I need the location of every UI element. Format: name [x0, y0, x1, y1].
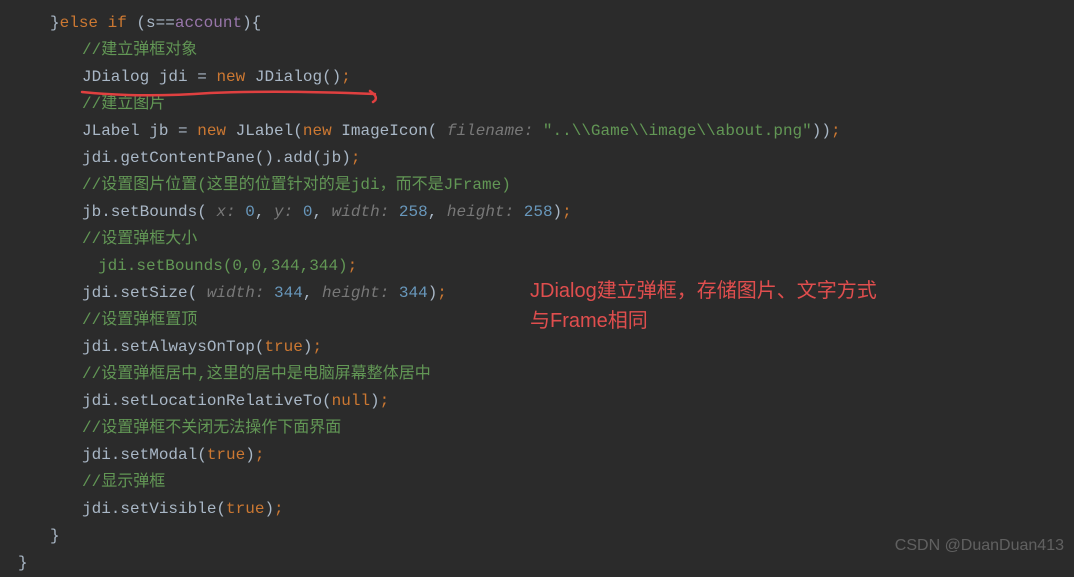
comma: ,: [255, 203, 265, 221]
condition-open: (s==: [127, 14, 175, 32]
param-hint: height:: [437, 203, 523, 221]
paren-close: ): [264, 500, 274, 518]
unused-call: jdi.setBounds(0,0,344,344): [98, 257, 348, 275]
param-hint: x:: [207, 203, 245, 221]
number: 0: [245, 203, 255, 221]
number: 344: [399, 284, 428, 302]
brace: }: [50, 527, 60, 545]
comment: //建立图片: [82, 95, 165, 113]
keyword-new: new: [207, 68, 255, 86]
code-line: JLabel jb = new JLabel(new ImageIcon( fi…: [50, 118, 1074, 145]
method-call: jdi.setSize(: [82, 284, 197, 302]
comma: ,: [303, 284, 313, 302]
comment-class: JFrame: [444, 176, 502, 194]
code-line: jdi.getContentPane().add(jb);: [50, 145, 1074, 172]
semicolon: ;: [312, 338, 322, 356]
operator: =: [197, 68, 207, 86]
comment: //显示弹框: [82, 473, 165, 491]
paren-close: )): [812, 122, 831, 140]
keyword-new: new: [188, 122, 236, 140]
code-line: //设置图片位置(这里的位置针对的是jdi，而不是JFrame): [50, 172, 1074, 199]
paren-close: ): [245, 446, 255, 464]
code-line: //设置弹框不关闭无法操作下面界面: [50, 415, 1074, 442]
type: JLabel: [82, 122, 140, 140]
variable: jb: [140, 122, 178, 140]
comment: //建立弹框对象: [82, 41, 197, 59]
keyword-else-if: else if: [60, 14, 127, 32]
param-hint: width:: [197, 284, 274, 302]
number: 258: [399, 203, 428, 221]
semicolon: ;: [562, 203, 572, 221]
code-line: //建立图片: [50, 91, 1074, 118]
constructor: ImageIcon(: [341, 122, 437, 140]
number: 344: [274, 284, 303, 302]
semicolon: ;: [348, 257, 358, 275]
paren-close: ): [428, 284, 438, 302]
semicolon: ;: [274, 500, 284, 518]
comment: //设置弹框大小: [82, 230, 197, 248]
method-call: jdi.getContentPane().add(jb): [82, 149, 351, 167]
comment: //设置图片位置(这里的位置针对的是jdi，而不是: [82, 176, 444, 194]
code-line: //设置弹框居中,这里的居中是电脑屏幕整体居中: [50, 361, 1074, 388]
paren-close: ): [303, 338, 313, 356]
null: null: [332, 392, 370, 410]
paren-close: ): [370, 392, 380, 410]
code-line: //建立弹框对象: [50, 37, 1074, 64]
code-line: jdi.setModal(true);: [50, 442, 1074, 469]
boolean: true: [207, 446, 245, 464]
code-line: //显示弹框: [50, 469, 1074, 496]
method-call: jdi.setVisible(: [82, 500, 226, 518]
semicolon: ;: [255, 446, 265, 464]
watermark: CSDN @DuanDuan413: [895, 532, 1064, 559]
variable: jdi: [149, 68, 197, 86]
string-literal: "..\\Game\\image\\about.png": [543, 122, 812, 140]
comment: //设置弹框置顶: [82, 311, 197, 329]
param-hint: height:: [312, 284, 398, 302]
code-line: jdi.setLocationRelativeTo(null);: [50, 388, 1074, 415]
comment: //设置弹框居中,这里的居中是电脑屏幕整体居中: [82, 365, 431, 383]
boolean: true: [264, 338, 302, 356]
param-hint: filename:: [437, 122, 543, 140]
variable-account: account: [175, 14, 242, 32]
semicolon: ;: [341, 68, 351, 86]
constructor: JDialog(): [255, 68, 341, 86]
method-call: jdi.setLocationRelativeTo(: [82, 392, 332, 410]
operator: =: [178, 122, 188, 140]
brace: }: [18, 554, 28, 572]
code-line: //设置弹框大小: [50, 226, 1074, 253]
comment: //设置弹框不关闭无法操作下面界面: [82, 419, 341, 437]
boolean: true: [226, 500, 264, 518]
code-line: JDialog jdi = new JDialog();: [50, 64, 1074, 91]
method-call: jb.setBounds(: [82, 203, 207, 221]
param-hint: width:: [322, 203, 399, 221]
annotation-label: JDialog建立弹框，存储图片、文字方式 与Frame相同: [530, 276, 877, 336]
type: JDialog: [82, 68, 149, 86]
code-line: jb.setBounds( x: 0, y: 0, width: 258, he…: [50, 199, 1074, 226]
comma: ,: [312, 203, 322, 221]
code-line: }else if (s==account){: [50, 10, 1074, 37]
number: 258: [524, 203, 553, 221]
annotation-line: JDialog建立弹框，存储图片、文字方式: [530, 280, 877, 302]
semicolon: ;: [380, 392, 390, 410]
constructor: JLabel(: [236, 122, 303, 140]
comment: ): [501, 176, 511, 194]
comma: ,: [428, 203, 438, 221]
method-call: jdi.setModal(: [82, 446, 207, 464]
semicolon: ;: [437, 284, 447, 302]
code-line: jdi.setAlwaysOnTop(true);: [50, 334, 1074, 361]
paren-close: ): [553, 203, 563, 221]
condition-close: ){: [242, 14, 261, 32]
brace: }: [50, 14, 60, 32]
annotation-line: 与Frame相同: [530, 310, 648, 332]
param-hint: y:: [264, 203, 302, 221]
method-call: jdi.setAlwaysOnTop(: [82, 338, 264, 356]
code-line: jdi.setVisible(true);: [50, 496, 1074, 523]
keyword-new: new: [303, 122, 341, 140]
semicolon: ;: [831, 122, 841, 140]
semicolon: ;: [351, 149, 361, 167]
